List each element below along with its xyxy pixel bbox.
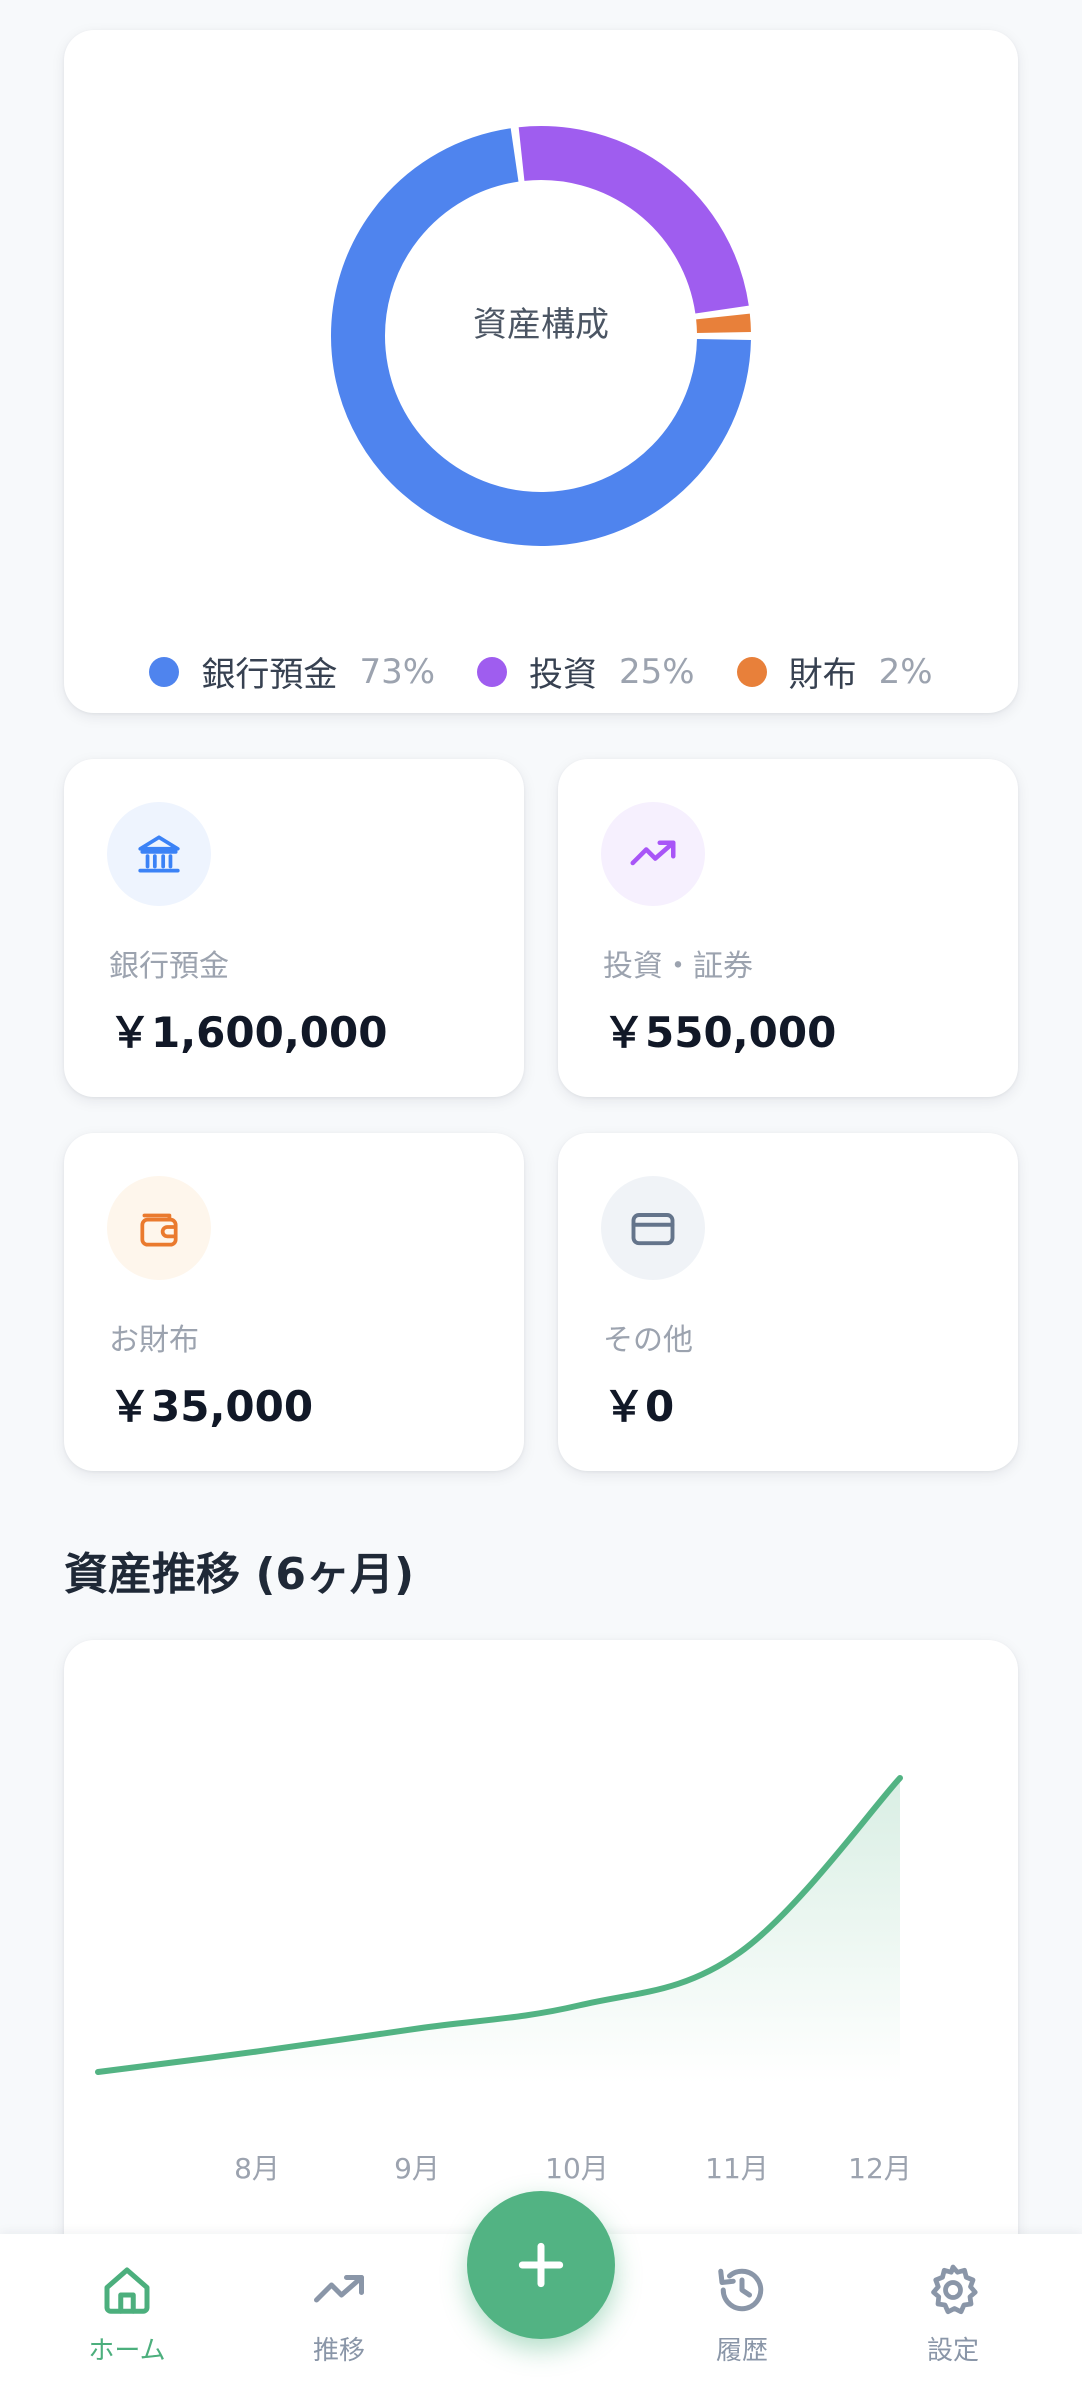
x-tick-label: 11月: [705, 2152, 769, 2185]
bank-icon: [107, 802, 211, 906]
x-tick-label: 10月: [545, 2152, 609, 2185]
plus-icon: [518, 2242, 564, 2288]
asset-allocation-donut-chart: 資産構成: [331, 126, 751, 546]
credit-card-icon: [601, 1176, 705, 1280]
nav-label-history: 履歴: [715, 2336, 768, 2366]
asset-allocation-card: 資産構成 銀行預金 73% 投資 25% 財布 2%: [64, 30, 1018, 713]
history-icon: [718, 2268, 764, 2312]
home-screen: 資産構成 銀行預金 73% 投資 25% 財布 2% 銀行預金 ￥1,600,0…: [0, 0, 1082, 2402]
nav-item-trend[interactable]: 推移: [264, 2260, 414, 2367]
x-tick-label: 8月: [234, 2152, 280, 2185]
donut-segment-wallet: [696, 313, 751, 334]
asset-tile-other[interactable]: その他 ￥0: [558, 1133, 1018, 1471]
legend-name-investment: 投資: [529, 655, 598, 695]
asset-tile-label: その他: [603, 1323, 693, 1358]
home-icon: [104, 2267, 150, 2314]
donut-segment-investment: [518, 126, 749, 315]
trend-area-fill: [98, 1778, 900, 2084]
asset-tile-label: お財布: [109, 1323, 199, 1358]
asset-trend-chart: 8月 9月 10月 11月 12月: [95, 1775, 912, 2185]
asset-tile-label: 投資・証券: [603, 949, 753, 984]
add-entry-button[interactable]: [467, 2191, 615, 2339]
legend-pct-investment: 25%: [619, 651, 695, 692]
asset-tile-label: 銀行預金: [109, 949, 229, 984]
legend-name-bank: 銀行預金: [201, 655, 338, 695]
legend-name-wallet: 財布: [788, 655, 857, 695]
trending-up-icon: [601, 802, 705, 906]
asset-tile-amount: ￥1,600,000: [109, 1008, 388, 1057]
trend-section-title: 資産推移 (6ヶ月): [64, 1549, 415, 1600]
nav-item-settings[interactable]: 設定: [878, 2260, 1028, 2367]
asset-tile-bank[interactable]: 銀行預金 ￥1,600,000: [64, 759, 524, 1097]
gear-icon: [931, 2264, 978, 2315]
nav-label-trend: 推移: [312, 2336, 365, 2366]
nav-label-settings: 設定: [926, 2336, 979, 2366]
x-tick-label: 12月: [848, 2152, 912, 2185]
donut-legend: 銀行預金 73% 投資 25% 財布 2%: [64, 647, 1018, 696]
legend-pct-bank: 73%: [359, 651, 436, 692]
x-tick-label: 9月: [394, 2152, 440, 2185]
nav-item-history[interactable]: 履歴: [667, 2260, 817, 2367]
trending-up-icon: [314, 2275, 364, 2303]
asset-tile-wallet[interactable]: お財布 ￥35,000: [64, 1133, 524, 1471]
legend-dot-investment: [477, 656, 508, 687]
donut-center-label: 資産構成: [473, 305, 609, 345]
legend-item-bank: 銀行預金 73%: [149, 647, 435, 696]
asset-tile-amount: ￥0: [603, 1382, 675, 1431]
nav-label-home: ホーム: [88, 2336, 166, 2366]
nav-item-home[interactable]: ホーム: [52, 2260, 202, 2367]
asset-tile-investment[interactable]: 投資・証券 ￥550,000: [558, 759, 1018, 1097]
asset-trend-card: 8月 9月 10月 11月 12月: [64, 1640, 1018, 2280]
wallet-icon: [107, 1176, 211, 1280]
asset-tile-amount: ￥35,000: [109, 1382, 314, 1431]
legend-dot-wallet: [736, 656, 767, 687]
legend-item-wallet: 財布 2%: [736, 647, 933, 696]
legend-pct-wallet: 2%: [878, 651, 933, 692]
asset-tile-amount: ￥550,000: [603, 1008, 837, 1057]
legend-item-investment: 投資 25%: [477, 647, 695, 696]
legend-dot-bank: [149, 656, 180, 687]
